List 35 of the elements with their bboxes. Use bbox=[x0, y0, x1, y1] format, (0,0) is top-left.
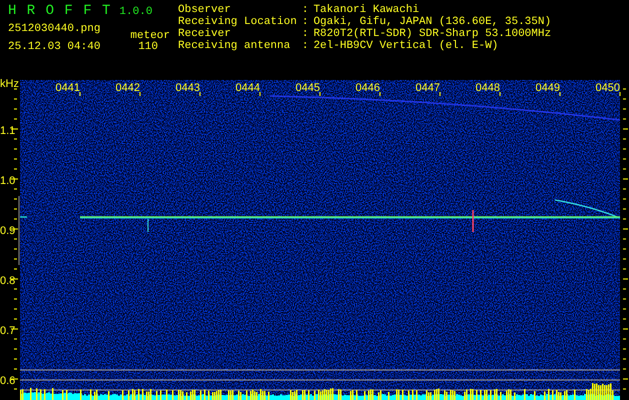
info-label: Receiver bbox=[178, 28, 232, 40]
frequency-label: 1.1 bbox=[0, 125, 16, 137]
time-label: 0448 bbox=[476, 82, 500, 94]
info-value: Takanori Kawachi bbox=[313, 4, 420, 16]
axis-unit: kHz bbox=[0, 78, 19, 90]
info-value: 2el-HB9CV Vertical (el. E-W) bbox=[313, 40, 500, 52]
info-value: Ogaki, Gifu, JAPAN (136.60E, 35.35N) bbox=[313, 16, 552, 28]
time-label: 0447 bbox=[416, 82, 440, 94]
time-label: 0449 bbox=[536, 82, 560, 94]
counter-label: meteor bbox=[130, 30, 170, 42]
time-label: 0445 bbox=[296, 82, 320, 94]
app-title: H R O F F T bbox=[8, 3, 112, 19]
frequency-label: 0.9 bbox=[0, 225, 16, 237]
frequency-label: 0.8 bbox=[0, 275, 16, 287]
frequency-label: 0.6 bbox=[0, 375, 16, 387]
meteor-count: 110 bbox=[138, 41, 159, 53]
info-label: Receiving Location bbox=[178, 16, 297, 28]
time-label: 0443 bbox=[176, 82, 200, 94]
version-label: 1.0.0 bbox=[119, 6, 152, 18]
file-name: 2512030440.png bbox=[8, 23, 100, 37]
info-separator: : bbox=[302, 16, 308, 28]
frequency-label: 1.0 bbox=[0, 175, 16, 187]
date-time: 25.12.03 04:40 bbox=[8, 41, 100, 53]
info-label: Receiving antenna bbox=[178, 40, 292, 52]
info-separator: : bbox=[302, 40, 308, 52]
time-label: 0441 bbox=[56, 82, 80, 94]
info-separator: : bbox=[302, 4, 308, 16]
frequency-label: 0.7 bbox=[0, 325, 16, 337]
time-label: 0444 bbox=[236, 82, 260, 94]
time-label: 0450 bbox=[596, 82, 620, 94]
time-label: 0446 bbox=[356, 82, 380, 94]
time-label: 0442 bbox=[116, 82, 140, 94]
info-value: R820T2(RTL-SDR) SDR-Sharp 53.1000MHz bbox=[313, 28, 552, 40]
info-separator: : bbox=[302, 28, 308, 40]
info-label: Observer bbox=[178, 4, 232, 16]
